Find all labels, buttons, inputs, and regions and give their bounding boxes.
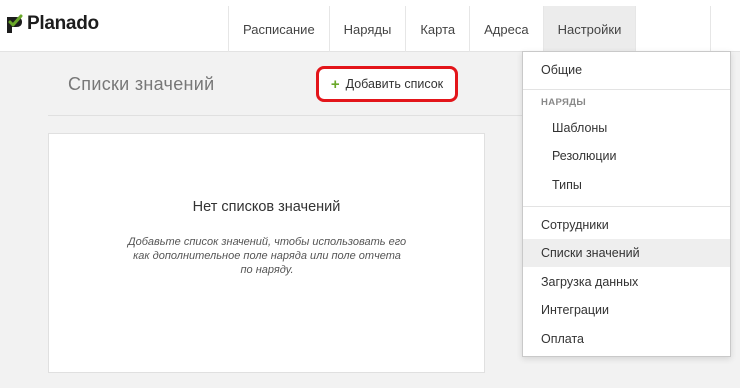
- page-title: Списки значений: [68, 74, 215, 94]
- empty-state-card: Нет списков значений Добавьте список зна…: [48, 133, 485, 373]
- menu-section-orders: НАРЯДЫ: [541, 97, 587, 108]
- menu-divider: [523, 206, 730, 207]
- empty-state-description: Добавьте список значений, чтобы использо…: [127, 236, 407, 276]
- menu-item-value-lists[interactable]: Списки значений: [523, 239, 730, 267]
- settings-dropdown-menu: Общие НАРЯДЫ Шаблоны Резолюции Типы Сотр…: [522, 51, 731, 357]
- nav-item-orders[interactable]: Наряды: [328, 6, 406, 52]
- title-divider: [48, 115, 523, 116]
- planado-logo-icon: [7, 14, 23, 33]
- menu-item-general[interactable]: Общие: [523, 56, 730, 84]
- plus-icon: +: [330, 75, 340, 93]
- planado-logo[interactable]: Planado: [5, 13, 99, 35]
- empty-state-title: Нет списков значений: [192, 199, 341, 215]
- add-list-button[interactable]: + Добавить список: [316, 66, 458, 102]
- menu-item-integrations[interactable]: Интеграции: [523, 296, 730, 324]
- menu-item-resolutions[interactable]: Резолюции: [523, 142, 730, 170]
- menu-item-templates[interactable]: Шаблоны: [523, 114, 730, 142]
- top-navigation-bar: Planado Расписание Наряды Карта Адреса Н…: [0, 0, 740, 52]
- nav-item-addresses[interactable]: Адреса: [469, 6, 542, 52]
- nav-extra-slot[interactable]: [710, 6, 740, 52]
- add-list-label: Добавить список: [345, 77, 444, 91]
- main-nav: Расписание Наряды Карта Адреса Настройки: [228, 6, 637, 52]
- nav-item-schedule[interactable]: Расписание: [228, 6, 329, 52]
- menu-item-employees[interactable]: Сотрудники: [523, 211, 730, 239]
- brand-name: Planado: [27, 13, 99, 34]
- menu-item-data-import[interactable]: Загрузка данных: [523, 268, 730, 296]
- menu-item-billing[interactable]: Оплата: [523, 325, 730, 353]
- menu-item-types[interactable]: Типы: [523, 171, 730, 199]
- nav-item-settings[interactable]: Настройки: [542, 6, 637, 52]
- menu-divider: [523, 89, 730, 90]
- nav-item-map[interactable]: Карта: [405, 6, 469, 52]
